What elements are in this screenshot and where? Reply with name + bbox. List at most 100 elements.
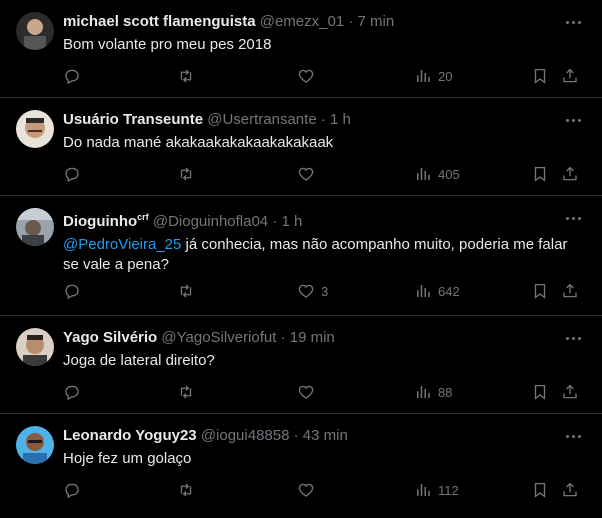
tweet-text: @PedroVieira_25 já conhecia, mas não aco… xyxy=(63,235,586,275)
view-count: 405 xyxy=(438,166,460,182)
separator-dot: · xyxy=(320,111,326,128)
reply-button[interactable] xyxy=(63,281,81,301)
author-name[interactable]: Yago Silvério xyxy=(63,329,157,346)
share-button[interactable] xyxy=(561,164,579,184)
tweet-text: Joga de lateral direito? xyxy=(63,352,215,369)
author-name[interactable]: Usuário Transeunte xyxy=(63,111,203,128)
like-button[interactable]: 3 xyxy=(297,281,328,301)
reply-button[interactable] xyxy=(63,382,81,402)
timestamp[interactable]: 7 min xyxy=(358,13,395,30)
views-icon xyxy=(417,484,430,496)
author-handle[interactable]: @iogui48858 xyxy=(201,427,290,444)
tweet-text: Do nada mané akakaakakakaakakakaak xyxy=(63,134,334,151)
retweet-button[interactable] xyxy=(177,164,195,184)
author-handle[interactable]: @Usertransante xyxy=(207,111,316,128)
retweet-icon xyxy=(180,284,192,298)
like-button[interactable] xyxy=(297,480,321,500)
views-button[interactable]: 405 xyxy=(414,164,460,184)
share-icon xyxy=(563,68,577,83)
bookmark-icon xyxy=(534,68,546,84)
more-icon[interactable] xyxy=(562,13,584,31)
views-icon xyxy=(417,386,430,398)
view-count: 88 xyxy=(438,384,453,400)
avatar[interactable] xyxy=(16,12,54,50)
like-count: 3 xyxy=(321,283,329,299)
retweet-button[interactable] xyxy=(177,281,195,301)
retweet-icon xyxy=(180,69,192,83)
bookmark-button[interactable] xyxy=(531,281,549,301)
views-icon xyxy=(417,285,430,297)
tweet-text: Bom volante pro meu pes 2018 xyxy=(63,36,272,53)
reply-icon xyxy=(65,483,79,499)
bookmark-button[interactable] xyxy=(531,480,549,500)
author-handle[interactable]: @Dioguinhofla04 xyxy=(153,213,268,230)
reply-button[interactable] xyxy=(63,66,81,86)
retweet-button[interactable] xyxy=(177,480,195,500)
timestamp[interactable]: 1 h xyxy=(282,213,303,230)
views-icon xyxy=(417,70,430,82)
more-icon[interactable] xyxy=(562,209,584,227)
bookmark-button[interactable] xyxy=(531,164,549,184)
separator-dot: · xyxy=(293,427,299,444)
avatar[interactable] xyxy=(16,328,54,366)
author-name[interactable]: Dioguinho xyxy=(63,213,137,230)
views-button[interactable]: 642 xyxy=(414,281,460,301)
timestamp[interactable]: 1 h xyxy=(330,111,351,128)
views-button[interactable]: 20 xyxy=(414,66,452,86)
heart-icon xyxy=(298,385,314,399)
retweet-button[interactable] xyxy=(177,66,195,86)
view-count: 642 xyxy=(438,283,460,299)
separator-dot: · xyxy=(272,213,278,230)
tweet[interactable]: michael scott flamenguista @emezx_01 · 7… xyxy=(0,0,602,98)
share-button[interactable] xyxy=(561,66,579,86)
tweet[interactable]: Usuário Transeunte @Usertransante · 1 h … xyxy=(0,98,602,196)
more-icon[interactable] xyxy=(562,111,584,129)
heart-icon xyxy=(298,284,314,298)
retweet-icon xyxy=(180,483,192,497)
more-icon[interactable] xyxy=(562,329,584,347)
separator-dot: · xyxy=(280,329,286,346)
reply-icon xyxy=(65,284,79,300)
share-button[interactable] xyxy=(561,382,579,402)
separator-dot: · xyxy=(348,13,354,30)
timestamp[interactable]: 43 min xyxy=(303,427,348,444)
tweet[interactable]: Yago Silvério @YagoSilveriofut · 19 min … xyxy=(0,316,602,414)
reply-icon xyxy=(65,69,79,85)
share-icon xyxy=(563,283,577,298)
replies-feed: michael scott flamenguista @emezx_01 · 7… xyxy=(0,0,602,518)
view-count: 112 xyxy=(438,482,459,498)
avatar[interactable] xyxy=(16,426,54,464)
like-button[interactable] xyxy=(297,66,321,86)
bookmark-icon xyxy=(534,283,546,299)
author-name[interactable]: michael scott flamenguista xyxy=(63,13,256,30)
share-button[interactable] xyxy=(561,281,579,301)
more-icon[interactable] xyxy=(562,427,584,445)
views-button[interactable]: 88 xyxy=(414,382,452,402)
retweet-button[interactable] xyxy=(177,382,195,402)
mention-link[interactable]: @PedroVieira_25 xyxy=(63,236,181,253)
share-button[interactable] xyxy=(561,480,579,500)
club-badge: crf xyxy=(137,212,149,222)
tweet[interactable]: Dioguinhocrf @Dioguinhofla04 · 1 h @Pedr… xyxy=(0,196,602,316)
reply-button[interactable] xyxy=(63,164,81,184)
bookmark-icon xyxy=(534,384,546,400)
like-button[interactable] xyxy=(297,382,321,402)
author-handle[interactable]: @emezx_01 xyxy=(260,13,344,30)
author-name[interactable]: Leonardo Yoguy23 xyxy=(63,427,197,444)
bookmark-button[interactable] xyxy=(531,382,549,402)
views-icon xyxy=(417,168,430,180)
reply-button[interactable] xyxy=(63,480,81,500)
avatar[interactable] xyxy=(16,208,54,246)
avatar[interactable] xyxy=(16,110,54,148)
timestamp[interactable]: 19 min xyxy=(290,329,335,346)
share-icon xyxy=(563,482,577,497)
share-icon xyxy=(563,166,577,181)
author-handle[interactable]: @YagoSilveriofut xyxy=(161,329,276,346)
like-button[interactable] xyxy=(297,164,321,184)
heart-icon xyxy=(298,69,314,83)
bookmark-button[interactable] xyxy=(531,66,549,86)
heart-icon xyxy=(298,167,314,181)
tweet[interactable]: Leonardo Yoguy23 @iogui48858 · 43 min Ho… xyxy=(0,414,602,518)
bookmark-icon xyxy=(534,166,546,182)
views-button[interactable]: 112 xyxy=(414,480,459,500)
